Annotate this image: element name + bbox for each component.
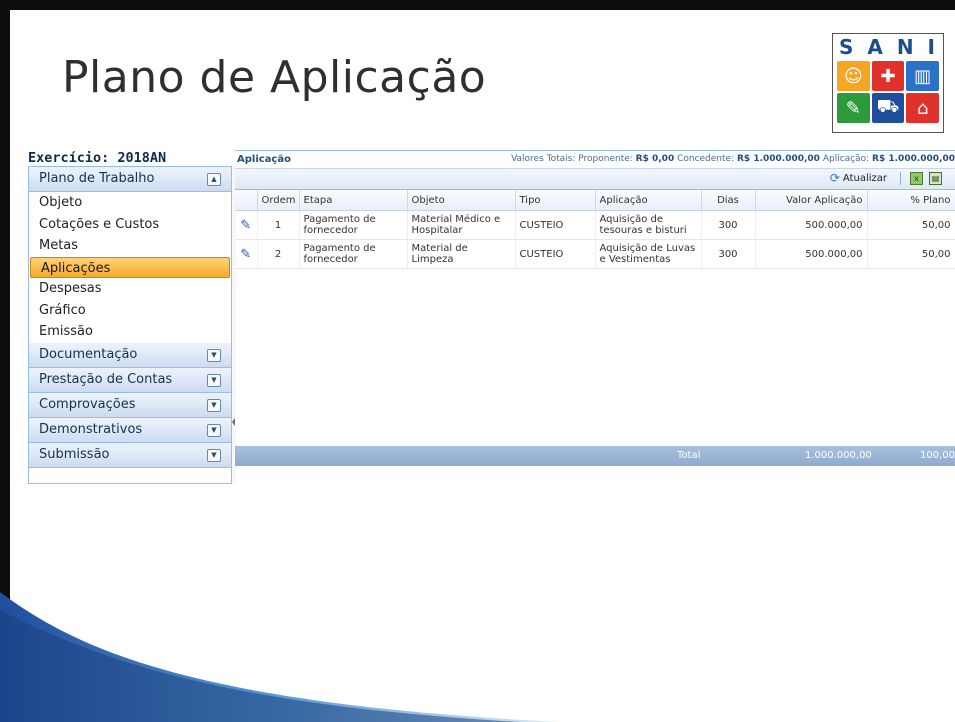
slide-swoosh-decoration bbox=[0, 592, 560, 722]
column-header-dias[interactable]: Dias bbox=[701, 190, 756, 211]
medkit-icon: ✚ bbox=[871, 61, 905, 91]
cell-percent: 50,00 bbox=[867, 210, 955, 240]
refresh-button[interactable]: ⟳ Atualizar bbox=[830, 171, 887, 185]
menu-item-grafico[interactable]: Gráfico bbox=[29, 300, 231, 322]
sidebar: Plano de Trabalho ▲ Objeto Cotações e Cu… bbox=[28, 166, 232, 484]
cell-aplicacao: Aquisição de tesouras e bisturi bbox=[595, 210, 702, 240]
sani-logo: S A N I ☺ ✚ ▥ ✎ ⛟ ⌂ bbox=[832, 33, 944, 133]
hospital-icon: ⌂ bbox=[906, 93, 939, 123]
menu-item-objeto[interactable]: Objeto bbox=[29, 192, 231, 214]
exercicio-label: Exercício: 2018AN bbox=[28, 150, 167, 166]
table-row[interactable]: ✎ 2 Pagamento de fornecedor Material de … bbox=[235, 239, 955, 269]
medicine-icon: ▥ bbox=[906, 61, 939, 91]
cell-valor: 500.000,00 bbox=[755, 210, 868, 240]
accordion-comprovacoes[interactable]: Comprovações ▼ bbox=[29, 392, 231, 418]
chevron-down-icon[interactable]: ▼ bbox=[207, 348, 221, 362]
clipboard-icon: ✎ bbox=[837, 93, 870, 123]
column-header-tipo[interactable]: Tipo bbox=[515, 190, 596, 211]
grid-toolbar: ⟳ Atualizar x ▤ bbox=[235, 169, 955, 190]
cell-tipo: CUSTEIO bbox=[515, 239, 596, 269]
accordion-documentacao[interactable]: Documentação ▼ bbox=[29, 342, 231, 368]
cell-valor: 500.000,00 bbox=[755, 239, 868, 269]
cell-tipo: CUSTEIO bbox=[515, 210, 596, 240]
total-label: Total bbox=[677, 450, 701, 461]
menu-item-aplicacoes[interactable]: Aplicações bbox=[30, 256, 230, 278]
logo-text: S A N I bbox=[839, 35, 937, 59]
cell-objeto: Material de Limpeza bbox=[407, 239, 516, 269]
chevron-down-icon[interactable]: ▼ bbox=[207, 448, 221, 462]
column-header-aplicacao[interactable]: Aplicação bbox=[595, 190, 702, 211]
aplicacao-grid-panel: Aplicação Valores Totais: Proponente: R$… bbox=[235, 150, 955, 484]
menu-item-emissao[interactable]: Emissão bbox=[29, 321, 231, 343]
chevron-down-icon[interactable]: ▼ bbox=[207, 373, 221, 387]
menu-item-cotacoes-e-custos[interactable]: Cotações e Custos bbox=[29, 214, 231, 236]
plano-menu: Objeto Cotações e Custos Metas Aplicaçõe… bbox=[29, 192, 231, 343]
table-footer-total: Total 1.000.000,00 100,00 bbox=[235, 446, 955, 466]
grid-title: Aplicação Valores Totais: Proponente: R$… bbox=[235, 151, 955, 169]
cell-ordem: 2 bbox=[257, 239, 300, 269]
edit-pencil-icon[interactable]: ✎ bbox=[235, 210, 258, 240]
cell-dias: 300 bbox=[701, 210, 756, 240]
menu-item-despesas[interactable]: Despesas bbox=[29, 278, 231, 300]
column-header-valor-aplicacao[interactable]: Valor Aplicação bbox=[755, 190, 868, 211]
accordion-prestacao-de-contas[interactable]: Prestação de Contas ▼ bbox=[29, 367, 231, 393]
chevron-up-icon[interactable]: ▲ bbox=[207, 173, 221, 186]
export-report-icon[interactable]: ▤ bbox=[929, 172, 942, 185]
total-percent: 100,00 bbox=[920, 450, 955, 461]
slide-top-border bbox=[0, 0, 955, 10]
export-excel-icon[interactable]: x bbox=[910, 172, 923, 185]
accordion-demonstrativos[interactable]: Demonstrativos ▼ bbox=[29, 417, 231, 443]
cell-ordem: 1 bbox=[257, 210, 300, 240]
cell-percent: 50,00 bbox=[867, 239, 955, 269]
ambulance-icon: ⛟ bbox=[871, 93, 905, 123]
accordion-submissao[interactable]: Submissão ▼ bbox=[29, 442, 231, 468]
cell-aplicacao: Aquisição de Luvas e Vestimentas bbox=[595, 239, 702, 269]
application-panel: Exercício: 2018AN Plano de Trabalho ▲ Ob… bbox=[28, 150, 955, 484]
chevron-down-icon[interactable]: ▼ bbox=[207, 423, 221, 437]
page-title: Plano de Aplicação bbox=[62, 52, 487, 103]
cell-objeto: Material Médico e Hospitalar bbox=[407, 210, 516, 240]
accordion-plano-de-trabalho[interactable]: Plano de Trabalho ▲ bbox=[29, 167, 231, 192]
refresh-icon: ⟳ bbox=[829, 171, 840, 185]
cell-etapa: Pagamento de fornecedor bbox=[299, 239, 408, 269]
aplicacao-table: Ordem Etapa Objeto Tipo Aplicação Dias V… bbox=[235, 190, 955, 269]
table-header: Ordem Etapa Objeto Tipo Aplicação Dias V… bbox=[235, 190, 955, 211]
totals-summary: Valores Totais: Proponente: R$ 0,00 Conc… bbox=[511, 154, 955, 164]
table-row[interactable]: ✎ 1 Pagamento de fornecedor Material Méd… bbox=[235, 210, 955, 240]
column-header-percent-plano[interactable]: % Plano bbox=[867, 190, 955, 211]
column-header-ordem[interactable]: Ordem bbox=[257, 190, 300, 211]
doctor-icon: ☺ bbox=[837, 61, 870, 91]
menu-item-metas[interactable]: Metas bbox=[29, 235, 231, 257]
chevron-down-icon[interactable]: ▼ bbox=[207, 398, 221, 412]
column-header-edit[interactable] bbox=[235, 190, 258, 211]
edit-pencil-icon[interactable]: ✎ bbox=[235, 239, 258, 269]
cell-etapa: Pagamento de fornecedor bbox=[299, 210, 408, 240]
cell-dias: 300 bbox=[701, 239, 756, 269]
total-valor: 1.000.000,00 bbox=[805, 450, 872, 461]
column-header-etapa[interactable]: Etapa bbox=[299, 190, 408, 211]
column-header-objeto[interactable]: Objeto bbox=[407, 190, 516, 211]
toolbar-separator bbox=[900, 172, 901, 185]
